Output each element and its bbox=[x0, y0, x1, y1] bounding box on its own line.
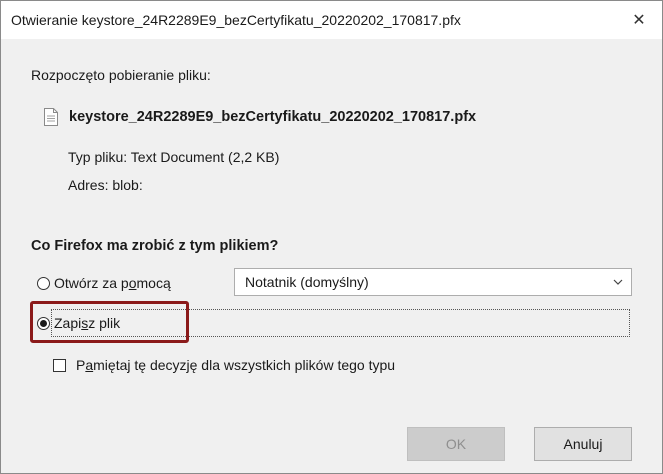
remember-decision-label: Pamiętaj tę decyzję dla wszystkich plikó… bbox=[76, 357, 396, 373]
document-icon bbox=[44, 108, 58, 126]
file-address-value: blob: bbox=[112, 177, 143, 193]
file-address-row: Adres: blob: bbox=[68, 177, 143, 193]
file-info-row: keystore_24R2289E9_bezCertyfikatu_202202… bbox=[43, 108, 476, 126]
file-name: keystore_24R2289E9_bezCertyfikatu_202202… bbox=[69, 109, 477, 125]
file-type-label: Typ pliku: bbox=[68, 149, 128, 165]
download-started-label: Rozpoczęto pobieranie pliku: bbox=[31, 67, 211, 83]
download-dialog: Otwieranie keystore_24R2289E9_bezCertyfi… bbox=[0, 0, 663, 474]
remember-decision-option[interactable]: Pamiętaj tę decyzję dla wszystkich plikó… bbox=[53, 357, 395, 373]
cancel-button[interactable]: Anuluj bbox=[534, 427, 632, 461]
file-type-value: Text Document (2,2 KB) bbox=[130, 149, 280, 165]
open-with-radio[interactable] bbox=[37, 276, 50, 290]
annotation-highlight-box bbox=[30, 301, 189, 343]
open-with-app-value: Notatnik (domyślny) bbox=[245, 274, 369, 290]
action-question: Co Firefox ma zrobić z tym plikiem? bbox=[31, 238, 279, 254]
title-bar: Otwieranie keystore_24R2289E9_bezCertyfi… bbox=[1, 1, 662, 39]
close-icon: ✕ bbox=[632, 12, 646, 29]
open-with-app-select[interactable]: Notatnik (domyślny) bbox=[234, 268, 632, 296]
file-type-row: Typ pliku: Text Document (2,2 KB) bbox=[68, 149, 279, 165]
dialog-content: Rozpoczęto pobieranie pliku: keystore_24… bbox=[1, 39, 662, 473]
chevron-down-icon bbox=[613, 279, 623, 285]
ok-button[interactable]: OK bbox=[407, 427, 505, 461]
file-address-label: Adres: bbox=[68, 177, 109, 193]
window-title: Otwieranie keystore_24R2289E9_bezCertyfi… bbox=[11, 12, 461, 28]
close-button[interactable]: ✕ bbox=[616, 1, 662, 39]
remember-decision-checkbox[interactable] bbox=[53, 358, 66, 372]
open-with-label: Otwórz za pomocą bbox=[54, 275, 171, 291]
open-with-option[interactable]: Otwórz za pomocą bbox=[37, 275, 171, 291]
